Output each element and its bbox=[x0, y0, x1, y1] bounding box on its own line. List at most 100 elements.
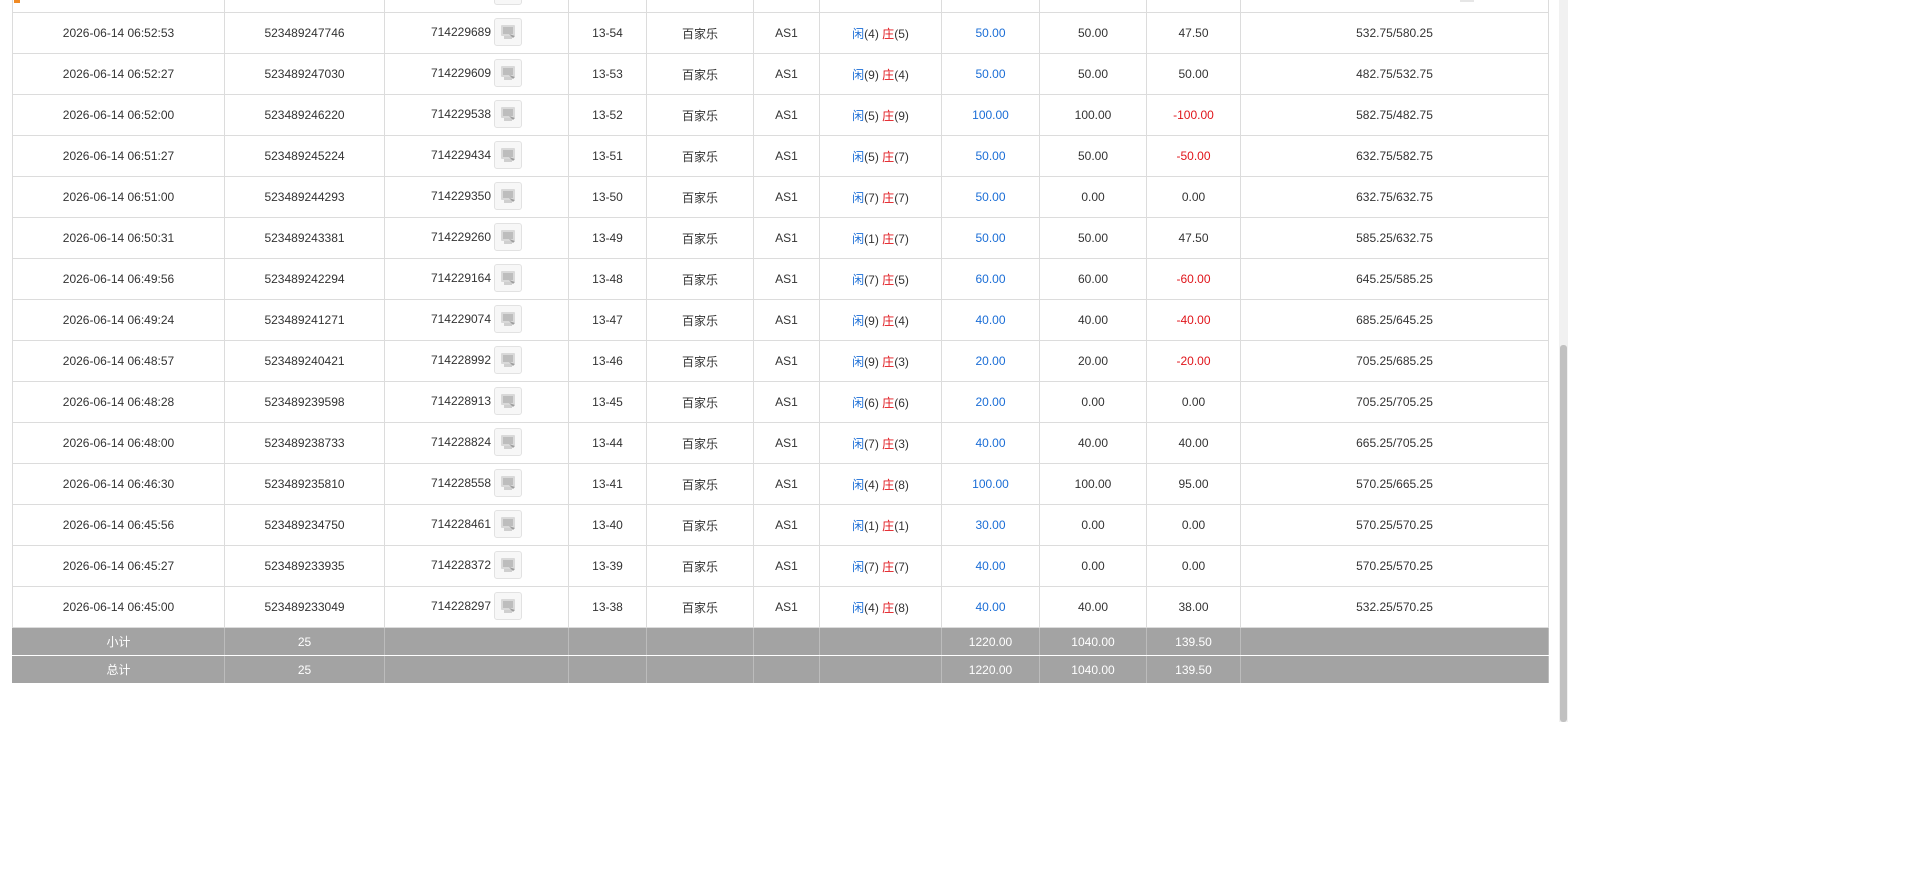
subtotal-empty-cell bbox=[384, 627, 569, 656]
bet-amount-cell: 40.00 bbox=[941, 545, 1040, 587]
table-row: 2026-06-14 06:48:57 523489240421 714228992… bbox=[12, 340, 1549, 382]
balance-cell: 632.75/632.75 bbox=[1240, 176, 1549, 218]
valid-bet-cell: 60.00 bbox=[1039, 258, 1147, 300]
result-image-icon[interactable] bbox=[494, 0, 523, 5]
table-row: 2026-06-14 06:45:27 523489233935 714228372… bbox=[12, 545, 1549, 587]
player-points: 4 bbox=[868, 600, 875, 615]
paren-close: ) bbox=[904, 436, 909, 451]
player-label: 闲 bbox=[852, 67, 865, 82]
player-points: 7 bbox=[868, 436, 875, 451]
table-row: 2026-06-14 06:53:20523489248125714229786… bbox=[12, 0, 1549, 13]
table-code-cell: AS1 bbox=[753, 545, 820, 587]
result-image-icon[interactable] bbox=[494, 141, 523, 169]
balance-cell: 580.25/630.25 bbox=[1240, 0, 1549, 13]
round-id-cell: 714228992 bbox=[384, 340, 569, 382]
result-image-icon[interactable] bbox=[494, 387, 523, 415]
round-id-cell: 714229609 bbox=[384, 53, 569, 95]
paren-close: ) bbox=[904, 354, 909, 369]
shoe-round-cell: 13-46 bbox=[568, 340, 647, 382]
bet-amount-cell: 20.00 bbox=[941, 381, 1040, 423]
result-image-icon[interactable] bbox=[494, 428, 523, 456]
result-image-icon[interactable] bbox=[494, 18, 523, 46]
subtotal-win-loss: 139.50 bbox=[1146, 627, 1241, 656]
banker-label: 庄 bbox=[882, 149, 895, 164]
player-label: 闲 bbox=[852, 26, 865, 41]
shoe-round-cell: 13-38 bbox=[568, 586, 647, 628]
bet-amount-cell: 20.00 bbox=[941, 340, 1040, 382]
total-empty-cell bbox=[819, 655, 942, 684]
valid-bet-cell: 50.00 bbox=[1039, 135, 1147, 177]
player-label: 闲 bbox=[852, 559, 865, 574]
round-id-cell: 714228297 bbox=[384, 586, 569, 628]
bet-id-cell: 523489233935 bbox=[224, 545, 385, 587]
banker-label: 庄 bbox=[882, 600, 895, 615]
game-result-cell: 闲(9) 庄(4) bbox=[819, 299, 942, 341]
player-label: 闲 bbox=[852, 149, 865, 164]
shoe-round-cell: 13-53 bbox=[568, 53, 647, 95]
valid-bet-cell: 40.00 bbox=[1039, 299, 1147, 341]
total-empty-cell bbox=[384, 655, 569, 684]
total-bet-amount: 1220.00 bbox=[941, 655, 1040, 684]
game-type-cell: 百家乐 bbox=[646, 504, 754, 546]
scrollbar-thumb[interactable] bbox=[1560, 345, 1567, 722]
table-row: 2026-06-14 06:51:00 523489244293 714229350… bbox=[12, 176, 1549, 218]
bet-history-panel: 2026-06-14 06:53:20523489248125714229786… bbox=[0, 0, 1559, 722]
result-image-icon[interactable] bbox=[494, 264, 523, 292]
table-row: 2026-06-14 06:48:28 523489239598 714228913… bbox=[12, 381, 1549, 423]
player-points: 5 bbox=[868, 108, 875, 123]
banker-points: 4 bbox=[898, 67, 905, 82]
result-image-icon[interactable] bbox=[494, 510, 523, 538]
win-loss-cell: 0.00 bbox=[1146, 381, 1241, 423]
result-image-icon[interactable] bbox=[494, 100, 523, 128]
win-loss-cell: 0.00 bbox=[1146, 545, 1241, 587]
shoe-round-cell: 13-48 bbox=[568, 258, 647, 300]
valid-bet-cell: 0.00 bbox=[1039, 176, 1147, 218]
balance-cell: 532.25/570.25 bbox=[1240, 586, 1549, 628]
subtotal-row: 小计 25 1220.00 1040.00 139.50 bbox=[12, 627, 1549, 656]
game-result-cell: 闲(9) 庄(4) bbox=[819, 53, 942, 95]
round-id-cell: 714228824 bbox=[384, 422, 569, 464]
table-row: 2026-06-14 06:52:00 523489246220 714229538… bbox=[12, 94, 1549, 136]
result-image-icon[interactable] bbox=[494, 469, 523, 497]
table-code-cell: AS1 bbox=[753, 0, 820, 13]
valid-bet-cell: 50.00 bbox=[1039, 0, 1147, 13]
balance-cell: 685.25/645.25 bbox=[1240, 299, 1549, 341]
bet-id-cell: 523489242294 bbox=[224, 258, 385, 300]
result-image-icon[interactable] bbox=[494, 182, 523, 210]
banker-points: 8 bbox=[898, 600, 905, 615]
total-empty-cell bbox=[646, 655, 754, 684]
bet-id-cell: 523489246220 bbox=[224, 94, 385, 136]
bet-time-cell: 2026-06-14 06:48:57 bbox=[12, 340, 225, 382]
balance-cell: 665.25/705.25 bbox=[1240, 422, 1549, 464]
bet-id-cell: 523489244293 bbox=[224, 176, 385, 218]
result-image-icon[interactable] bbox=[494, 305, 523, 333]
result-image-icon[interactable] bbox=[494, 223, 523, 251]
banker-points: 3 bbox=[898, 436, 905, 451]
round-id-cell: 714229164 bbox=[384, 258, 569, 300]
valid-bet-cell: 50.00 bbox=[1039, 12, 1147, 54]
result-image-icon[interactable] bbox=[494, 551, 523, 579]
table-code-cell: AS1 bbox=[753, 422, 820, 464]
balance-cell: 570.25/665.25 bbox=[1240, 463, 1549, 505]
table-row: 2026-06-14 06:52:27 523489247030 714229609… bbox=[12, 53, 1549, 95]
player-points: 7 bbox=[868, 559, 875, 574]
bet-time-cell: 2026-06-14 06:49:24 bbox=[12, 299, 225, 341]
round-id-cell: 714229538 bbox=[384, 94, 569, 136]
subtotal-valid-bet: 1040.00 bbox=[1039, 627, 1147, 656]
game-type-cell: 百家乐 bbox=[646, 381, 754, 423]
table-row: 2026-06-14 06:48:00 523489238733 714228824… bbox=[12, 422, 1549, 464]
valid-bet-cell: 50.00 bbox=[1039, 217, 1147, 259]
banker-points: 9 bbox=[898, 108, 905, 123]
table-row: 2026-06-14 06:49:56 523489242294 714229164… bbox=[12, 258, 1549, 300]
result-image-icon[interactable] bbox=[494, 346, 523, 374]
result-image-icon[interactable] bbox=[494, 592, 523, 620]
result-image-icon[interactable] bbox=[494, 59, 523, 87]
round-id-text: 714229350 bbox=[430, 189, 492, 204]
win-loss-cell: -100.00 bbox=[1146, 94, 1241, 136]
win-loss-cell: 0.00 bbox=[1146, 176, 1241, 218]
vertical-scrollbar[interactable] bbox=[1559, 0, 1568, 722]
table-row: 2026-06-14 06:45:56 523489234750 714228461… bbox=[12, 504, 1549, 546]
banker-label: 庄 bbox=[882, 559, 895, 574]
table-code-cell: AS1 bbox=[753, 340, 820, 382]
game-result-cell: 闲(7) 庄(5) bbox=[819, 258, 942, 300]
